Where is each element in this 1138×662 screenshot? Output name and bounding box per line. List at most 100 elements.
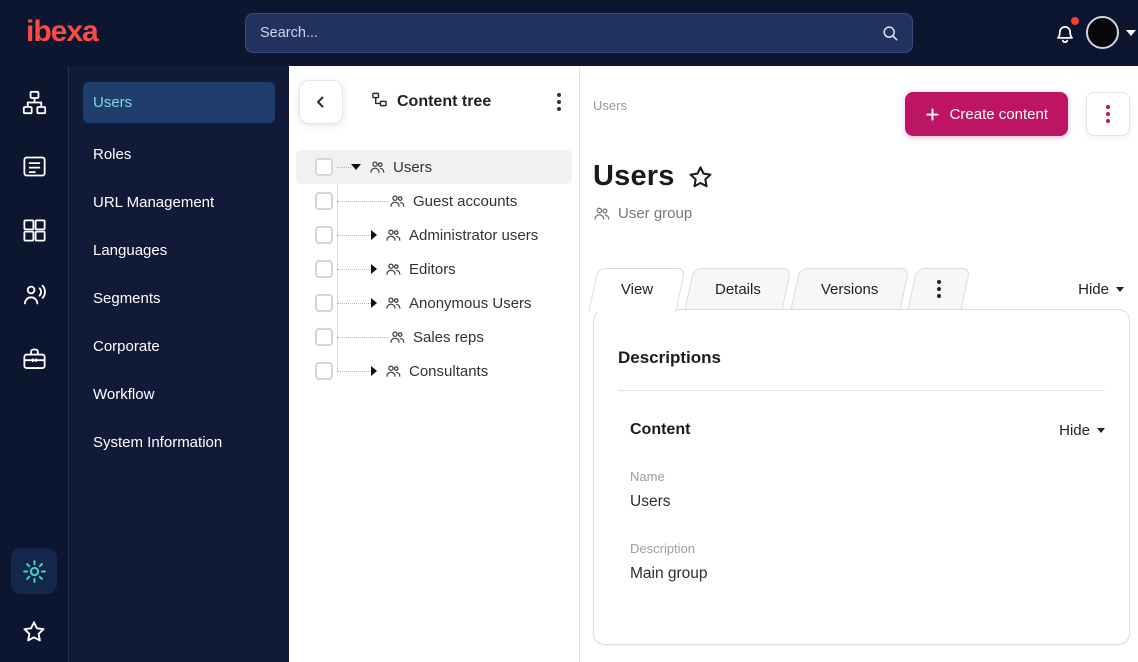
tree-item-guest-accounts[interactable]: Guest accounts <box>296 184 572 218</box>
caret-right-icon[interactable] <box>371 298 377 308</box>
create-content-label: Create content <box>949 105 1048 123</box>
sidebar-item-label: Segments <box>93 289 161 307</box>
bookmarks-star-icon[interactable] <box>20 618 48 646</box>
tree-item-consultants[interactable]: Consultants <box>296 354 572 388</box>
hide-section-toggle[interactable]: Hide <box>1059 422 1105 439</box>
main-content: Users Create content Users User group Vi… <box>580 66 1138 662</box>
caret-down-icon <box>1097 427 1105 433</box>
caret-right-icon[interactable] <box>371 264 377 274</box>
segments-person-icon[interactable] <box>20 280 48 308</box>
field-label: Name <box>630 469 665 484</box>
field-name: Name Users <box>618 469 1105 511</box>
search-icon[interactable] <box>880 23 900 48</box>
chevron-left-icon <box>317 96 324 108</box>
tree-item-editors[interactable]: Editors <box>296 252 572 286</box>
content-section-heading: Content <box>630 421 691 438</box>
bell-icon <box>1052 25 1078 50</box>
tree-item-label: Sales reps <box>413 328 484 346</box>
descriptions-heading: Descriptions <box>618 348 721 367</box>
sidebar-item-url-management[interactable]: URL Management <box>69 178 289 226</box>
field-label: Description <box>630 541 696 556</box>
global-search <box>245 13 913 53</box>
field-value: Users <box>630 493 671 510</box>
user-group-icon <box>390 331 405 343</box>
user-group-icon <box>386 263 401 275</box>
checkbox[interactable] <box>315 192 333 210</box>
sidebar-item-system-information[interactable]: System Information <box>69 418 289 466</box>
plus-icon <box>926 107 939 121</box>
divider <box>618 390 1105 391</box>
notification-dot <box>1071 17 1079 25</box>
caret-right-icon[interactable] <box>371 366 377 376</box>
toolbox-icon[interactable] <box>20 344 48 372</box>
content-list-icon[interactable] <box>20 152 48 180</box>
content-tree: Users Guest accounts Administrator users <box>296 150 572 388</box>
checkbox[interactable] <box>315 362 333 380</box>
notifications-button[interactable] <box>1052 17 1080 50</box>
user-group-icon <box>386 297 401 309</box>
tab-details[interactable]: Details <box>684 268 792 310</box>
modules-icon[interactable] <box>20 216 48 244</box>
sidebar-item-workflow[interactable]: Workflow <box>69 370 289 418</box>
tab-view[interactable]: View <box>588 268 686 312</box>
checkbox[interactable] <box>315 294 333 312</box>
user-group-icon <box>594 207 610 220</box>
sidebar-item-segments[interactable]: Segments <box>69 274 289 322</box>
user-group-icon <box>386 365 401 377</box>
tree-item-label: Consultants <box>409 362 489 380</box>
tab-bar: View Details Versions Hide <box>588 268 1130 312</box>
breadcrumb[interactable]: Users <box>593 98 627 113</box>
page-options-button[interactable] <box>1086 92 1130 136</box>
content-type-label: User group <box>618 205 693 222</box>
view-tab-panel: Descriptions Content Hide Name Users Des… <box>593 309 1130 645</box>
admin-menu: Users Roles URL Management Languages Seg… <box>69 66 289 662</box>
sidebar-item-users[interactable]: Users <box>83 82 275 123</box>
sidebar-item-label: URL Management <box>93 193 215 211</box>
sidebar-item-label: Workflow <box>93 385 155 403</box>
field-value: Main group <box>630 565 708 582</box>
checkbox[interactable] <box>315 226 333 244</box>
sidebar-item-label: System Information <box>93 433 223 451</box>
sidebar-item-label: Corporate <box>93 337 160 355</box>
checkbox[interactable] <box>315 158 333 176</box>
sidebar-item-roles[interactable]: Roles <box>69 130 289 178</box>
tree-item-label: Editors <box>409 260 456 278</box>
user-group-icon <box>370 161 385 173</box>
tree-item-label: Guest accounts <box>413 192 518 210</box>
tree-item-label: Anonymous Users <box>409 294 532 312</box>
tree-item-users[interactable]: Users <box>296 150 572 184</box>
tree-item-sales-reps[interactable]: Sales reps <box>296 320 572 354</box>
caret-down-icon <box>1116 286 1124 292</box>
field-description: Description Main group <box>618 541 1105 583</box>
sidebar-item-label: Users <box>93 94 133 111</box>
content-tree-icon <box>371 91 388 113</box>
avatar[interactable] <box>1086 16 1119 49</box>
kebab-icon <box>1106 105 1110 123</box>
collapse-tree-button[interactable] <box>299 80 343 124</box>
checkbox[interactable] <box>315 260 333 278</box>
user-menu-caret-icon[interactable] <box>1126 30 1136 36</box>
sidebar-item-label: Roles <box>93 145 132 163</box>
create-content-button[interactable]: Create content <box>904 92 1068 136</box>
sidebar-item-corporate[interactable]: Corporate <box>69 322 289 370</box>
icon-rail <box>0 66 69 662</box>
caret-down-icon[interactable] <box>351 164 361 170</box>
page-title: Users <box>593 160 675 192</box>
tab-versions[interactable]: Versions <box>790 268 909 310</box>
search-input[interactable] <box>245 13 913 53</box>
tree-options-kebab-icon[interactable] <box>557 93 561 111</box>
tree-item-label: Administrator users <box>409 226 539 244</box>
user-group-icon <box>386 229 401 241</box>
sitemap-icon[interactable] <box>20 88 48 116</box>
caret-right-icon[interactable] <box>371 230 377 240</box>
tree-item-anonymous-users[interactable]: Anonymous Users <box>296 286 572 320</box>
tab-more-kebab-icon[interactable] <box>907 268 971 310</box>
checkbox[interactable] <box>315 328 333 346</box>
ibexa-logo[interactable]: ibexa <box>26 15 99 49</box>
user-group-icon <box>390 195 405 207</box>
hide-tabs-toggle[interactable]: Hide <box>1078 281 1124 298</box>
settings-gear-icon[interactable] <box>11 548 57 594</box>
sidebar-item-languages[interactable]: Languages <box>69 226 289 274</box>
favorite-star-icon[interactable] <box>687 164 714 191</box>
tree-item-administrator-users[interactable]: Administrator users <box>296 218 572 252</box>
